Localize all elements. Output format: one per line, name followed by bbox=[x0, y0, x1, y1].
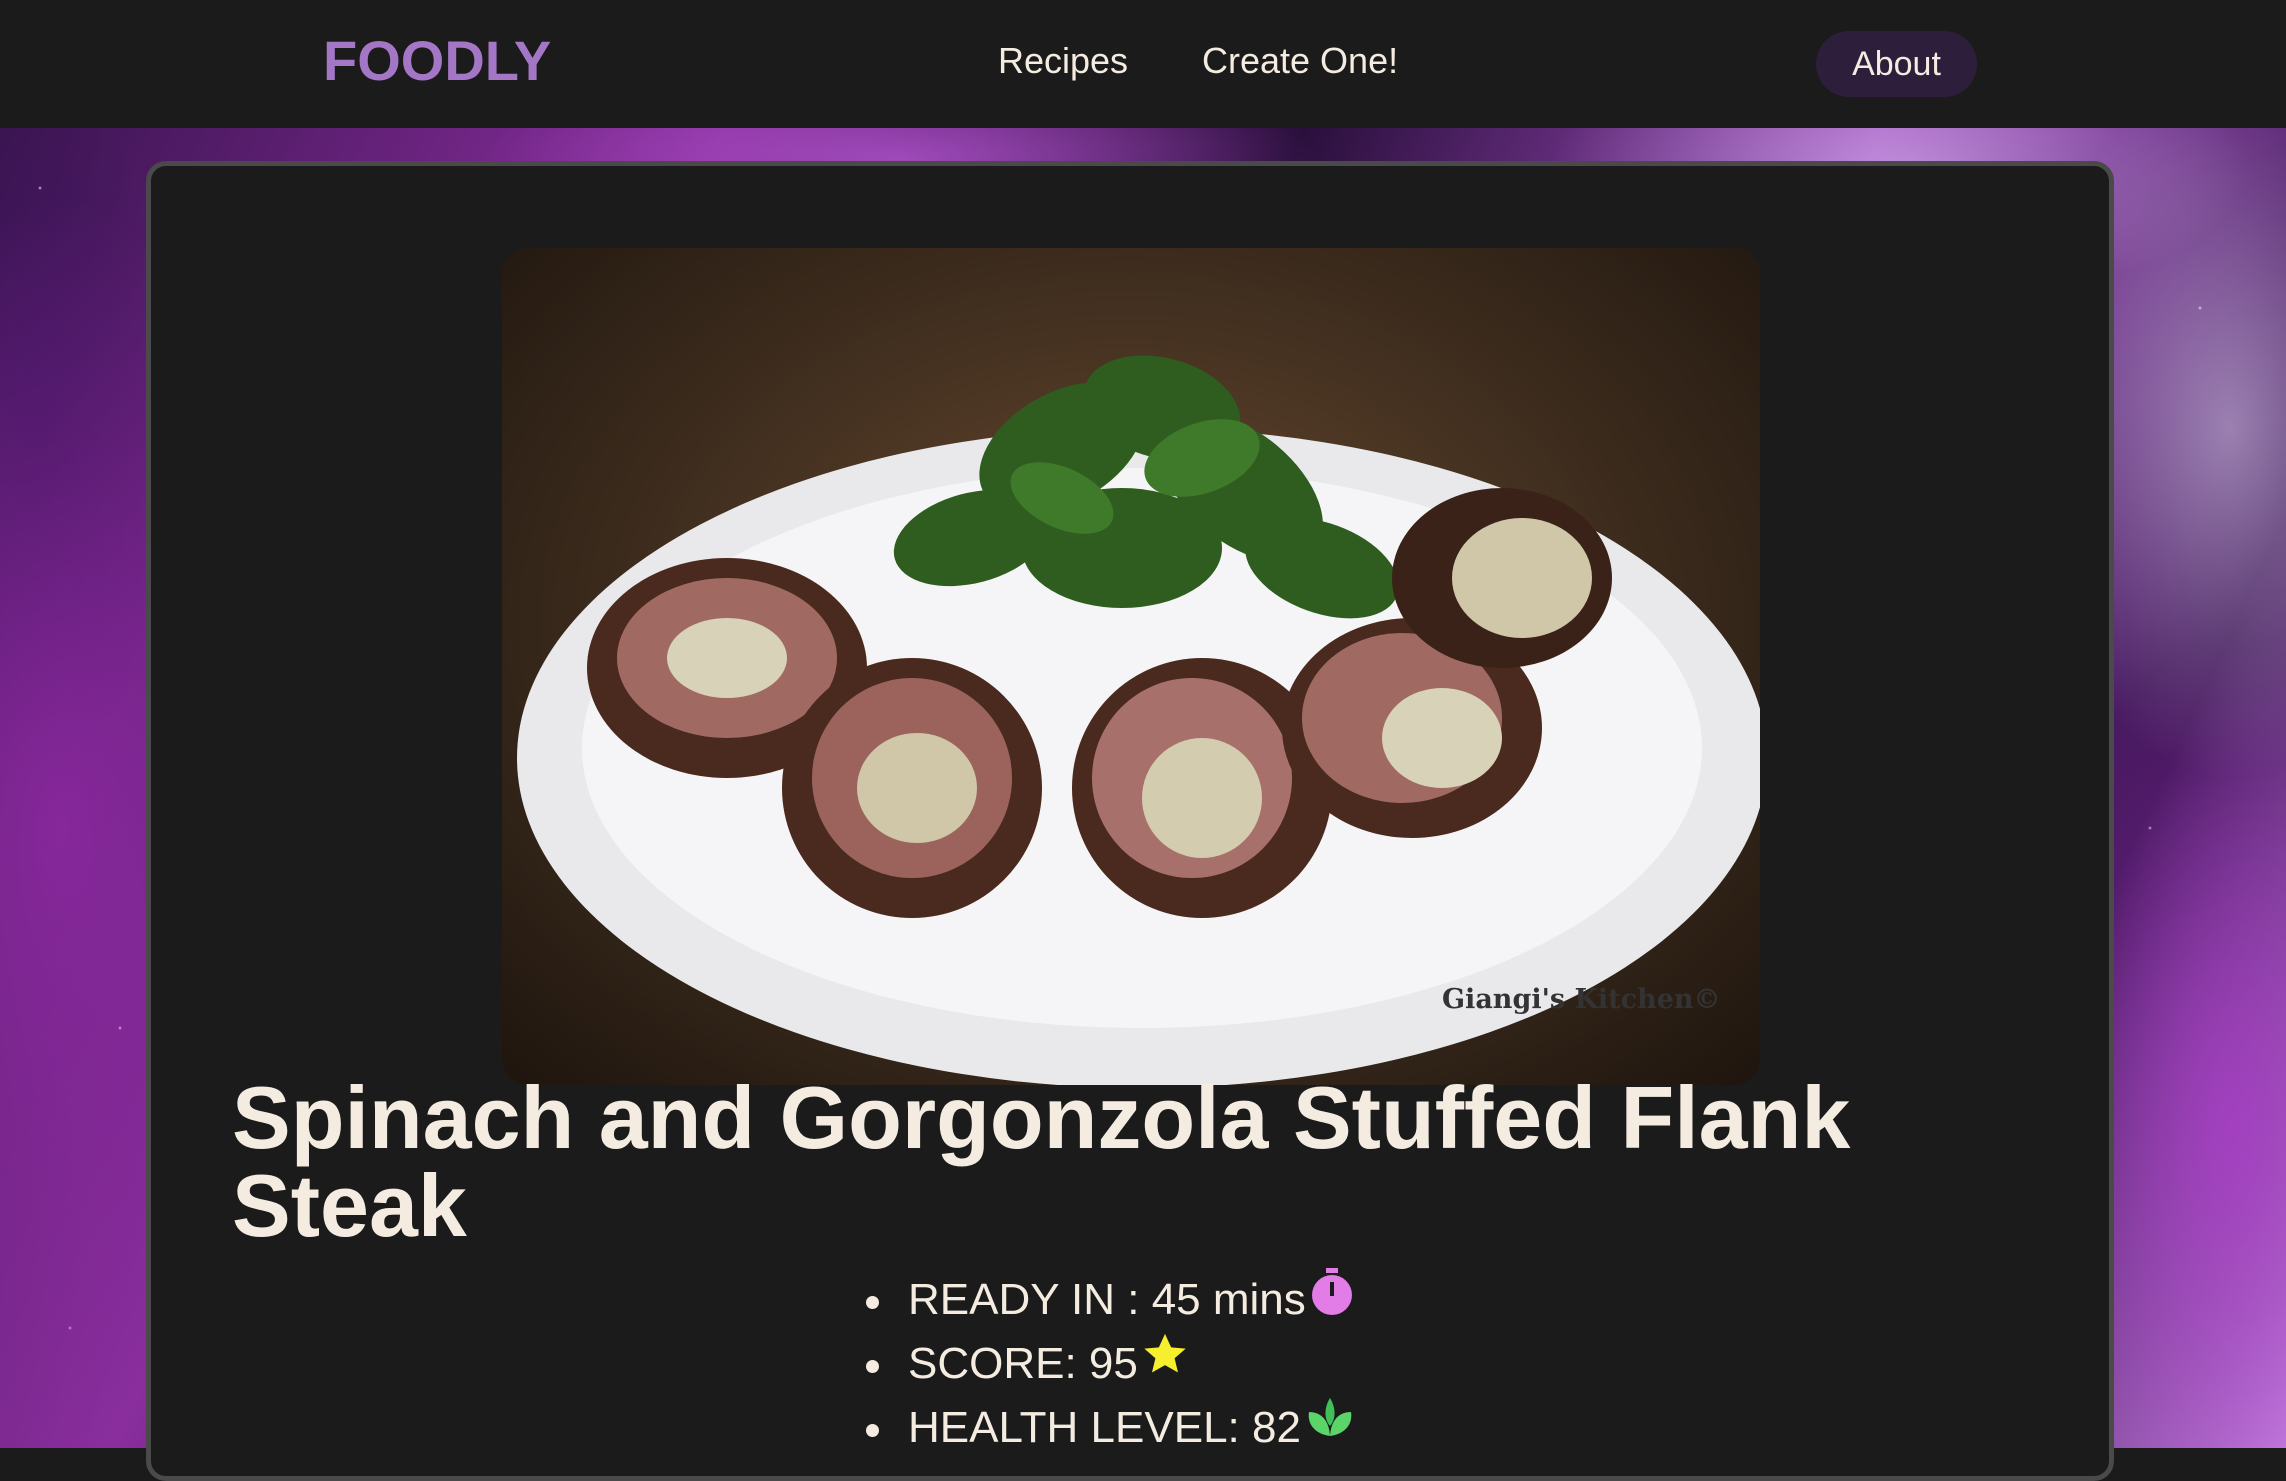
image-watermark: Giangi's Kitchen© bbox=[1442, 984, 1721, 1015]
recipe-title: Spinach and Gorgonzola Stuffed Flank Ste… bbox=[232, 1068, 1851, 1255]
stat-score-label: SCORE: 95 bbox=[908, 1339, 1138, 1388]
top-navbar: FOODLY Recipes Create One! About bbox=[0, 0, 2286, 128]
stat-health-level: HEALTH LEVEL: 82 bbox=[866, 1396, 1355, 1460]
stopwatch-icon bbox=[1310, 1268, 1354, 1336]
recipe-stats-list: READY IN : 45 mins SCORE: 95 HEALTH LEVE… bbox=[866, 1268, 1355, 1460]
stat-ready-in: READY IN : 45 mins bbox=[866, 1268, 1355, 1332]
nav-create-link[interactable]: Create One! bbox=[1202, 40, 1398, 82]
about-button[interactable]: About bbox=[1816, 31, 1977, 97]
leaf-icon bbox=[1305, 1396, 1355, 1460]
stat-health-label: HEALTH LEVEL: 82 bbox=[908, 1403, 1301, 1452]
stat-ready-in-label: READY IN : 45 mins bbox=[908, 1275, 1306, 1324]
recipe-image: Giangi's Kitchen© bbox=[502, 248, 1760, 1085]
nav-recipes-link[interactable]: Recipes bbox=[998, 40, 1128, 82]
star-icon bbox=[1142, 1332, 1188, 1396]
brand-logo[interactable]: FOODLY bbox=[323, 28, 551, 93]
stat-score: SCORE: 95 bbox=[866, 1332, 1355, 1396]
